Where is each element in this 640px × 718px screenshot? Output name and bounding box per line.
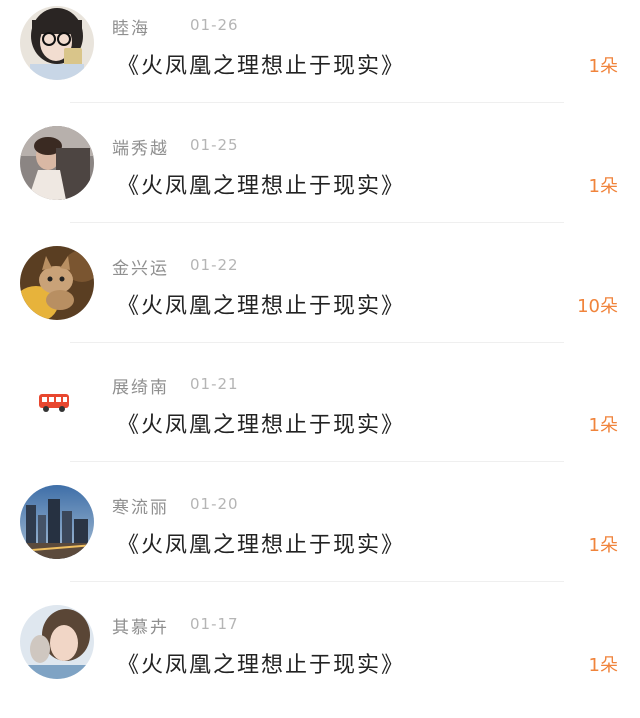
work-title[interactable]: 《火凤凰之理想止于现实》: [117, 527, 405, 559]
kitten-avatar[interactable]: [20, 246, 94, 320]
bus-avatar[interactable]: [20, 365, 94, 439]
gift-record-list: 睦海 01-26 《火凤凰之理想止于现实》 1朵 端秀越 01-25 《火凤凰之…: [0, 0, 640, 707]
girl-portrait-avatar[interactable]: [20, 605, 94, 679]
work-title[interactable]: 《火凤凰之理想止于现实》: [117, 647, 405, 679]
couple-photo-avatar[interactable]: [20, 126, 94, 200]
divider: [70, 461, 564, 462]
date-label: 01-21: [190, 375, 239, 393]
user-name: 金兴运: [112, 259, 169, 279]
flower-count: 1朵: [588, 415, 618, 436]
flower-count: 1朵: [588, 176, 618, 197]
list-item[interactable]: 端秀越 01-25 《火凤凰之理想止于现实》 1朵: [0, 120, 640, 239]
user-name: 展绮南: [112, 378, 169, 398]
user-name: 端秀越: [112, 139, 169, 159]
date-label: 01-25: [190, 136, 239, 154]
city-night-avatar[interactable]: [20, 485, 94, 559]
work-title[interactable]: 《火凤凰之理想止于现实》: [117, 168, 405, 200]
list-item[interactable]: 其慕卉 01-17 《火凤凰之理想止于现实》 1朵: [0, 599, 640, 718]
user-name: 睦海: [112, 19, 150, 39]
bus-icon: [39, 394, 69, 412]
work-title[interactable]: 《火凤凰之理想止于现实》: [117, 407, 405, 439]
flower-count: 1朵: [588, 535, 618, 556]
divider: [70, 102, 564, 103]
date-label: 01-17: [190, 615, 239, 633]
user-name: 其慕卉: [112, 618, 169, 638]
work-title[interactable]: 《火凤凰之理想止于现实》: [117, 48, 405, 80]
list-item[interactable]: 展绮南 01-21 《火凤凰之理想止于现实》 1朵: [0, 359, 640, 478]
date-label: 01-20: [190, 495, 239, 513]
girl-glasses-avatar[interactable]: [20, 6, 94, 80]
flower-count: 1朵: [588, 56, 618, 77]
flower-count: 10朵: [577, 296, 618, 317]
date-label: 01-26: [190, 16, 239, 34]
flower-count: 1朵: [588, 655, 618, 676]
date-label: 01-22: [190, 256, 239, 274]
list-item[interactable]: 寒流丽 01-20 《火凤凰之理想止于现实》 1朵: [0, 479, 640, 598]
divider: [70, 581, 564, 582]
list-item[interactable]: 睦海 01-26 《火凤凰之理想止于现实》 1朵: [0, 0, 640, 119]
divider: [70, 342, 564, 343]
work-title[interactable]: 《火凤凰之理想止于现实》: [117, 288, 405, 320]
user-name: 寒流丽: [112, 498, 169, 518]
list-item[interactable]: 金兴运 01-22 《火凤凰之理想止于现实》 10朵: [0, 240, 640, 359]
divider: [70, 222, 564, 223]
